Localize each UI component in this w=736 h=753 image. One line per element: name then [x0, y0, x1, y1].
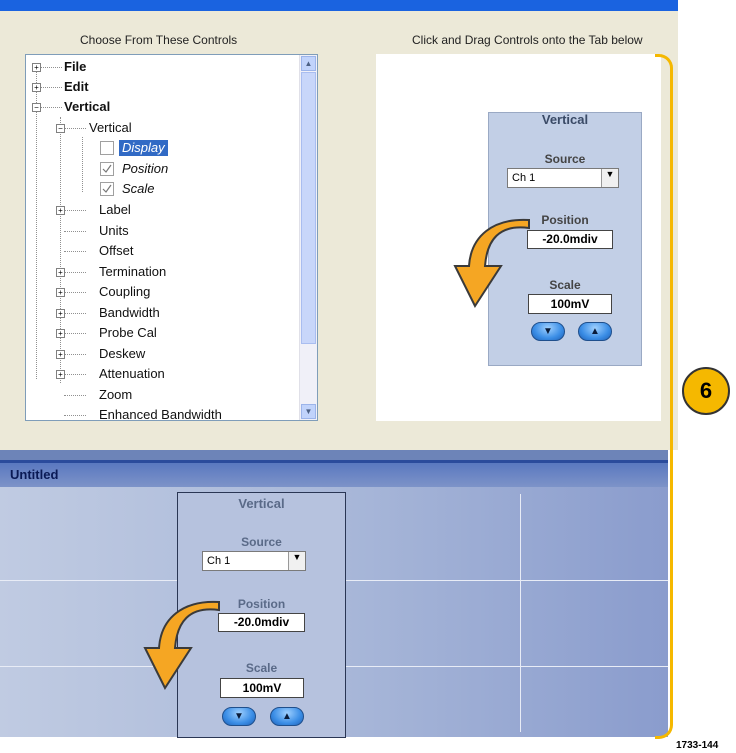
expand-icon[interactable]: + [56, 329, 65, 338]
tree-line [40, 107, 62, 108]
panel-title: Vertical [238, 496, 285, 511]
scale-checkbox[interactable] [100, 182, 114, 196]
tree-line [64, 415, 86, 416]
expand-icon[interactable]: + [32, 83, 41, 92]
tree-node-display[interactable]: Display [119, 140, 168, 156]
tree-node-scale[interactable]: Scale [122, 181, 155, 197]
position-value-box[interactable]: -20.0mdiv [218, 613, 305, 632]
tree-node-position[interactable]: Position [122, 161, 168, 177]
display-checkbox[interactable] [100, 141, 114, 155]
collapse-icon[interactable]: − [32, 103, 41, 112]
tree-node-vertical-sub[interactable]: Vertical [89, 120, 132, 136]
figure-id: 1733-144 [676, 740, 719, 751]
tree-node-edit[interactable]: Edit [64, 79, 89, 95]
position-checkbox[interactable] [100, 162, 114, 176]
tree-line [64, 210, 86, 211]
scale-up-button[interactable]: ▲ [578, 322, 612, 341]
step-number-callout: 6 [682, 367, 730, 415]
expand-icon[interactable]: + [56, 288, 65, 297]
scale-down-button[interactable]: ▼ [531, 322, 565, 341]
tree-line [64, 272, 86, 273]
step-bracket [655, 54, 673, 739]
tree-line [40, 67, 62, 68]
tree-node-units[interactable]: Units [99, 223, 129, 239]
tree-line [64, 231, 86, 232]
tree-line [82, 137, 83, 192]
controls-tree[interactable]: + File + Edit − Vertical − Vertical Disp… [25, 54, 318, 421]
tree-node-enhanced-bandwidth[interactable]: Enhanced Bandwidth [99, 407, 222, 420]
tree-line [64, 374, 86, 375]
tree-line [64, 313, 86, 314]
top-title-bar [0, 0, 678, 11]
tree-line [64, 354, 86, 355]
scroll-down-icon[interactable]: ▼ [301, 404, 316, 419]
scroll-up-icon[interactable]: ▲ [301, 56, 316, 71]
scale-value-box[interactable]: 100mV [220, 678, 304, 698]
scale-down-button[interactable]: ▼ [222, 707, 256, 726]
tree-node-coupling[interactable]: Coupling [99, 284, 150, 300]
dropdown-icon[interactable]: ▼ [601, 169, 618, 187]
source-select[interactable]: Ch 1 ▼ [507, 168, 619, 188]
expand-icon[interactable]: + [56, 206, 65, 215]
scale-up-button[interactable]: ▲ [270, 707, 304, 726]
tree-line [64, 333, 86, 334]
tree-node-probe-cal[interactable]: Probe Cal [99, 325, 157, 341]
source-value: Ch 1 [207, 555, 231, 567]
tree-node-vertical[interactable]: Vertical [64, 99, 110, 115]
position-value-box[interactable]: -20.0mdiv [527, 230, 613, 249]
tree-line [60, 117, 61, 383]
expand-icon[interactable]: + [56, 370, 65, 379]
tree-line [64, 128, 86, 129]
tree-node-zoom[interactable]: Zoom [99, 387, 132, 403]
tree-node-deskew[interactable]: Deskew [99, 346, 145, 362]
tree-node-file[interactable]: File [64, 59, 86, 75]
grid-line [520, 494, 521, 732]
tree-line [40, 87, 62, 88]
tree-node-bandwidth[interactable]: Bandwidth [99, 305, 160, 321]
expand-icon[interactable]: + [56, 350, 65, 359]
expand-icon[interactable]: + [56, 268, 65, 277]
checkmark-icon [102, 164, 112, 173]
pane-divider [0, 450, 668, 460]
source-value: Ch 1 [512, 172, 536, 184]
drag-arrow-icon [453, 218, 530, 309]
checkmark-icon [102, 184, 112, 193]
panel-title: Vertical [541, 112, 589, 127]
drag-controls-header: Click and Drag Controls onto the Tab bel… [412, 33, 643, 47]
tree-line [64, 251, 86, 252]
source-label: Source [544, 152, 586, 166]
source-select[interactable]: Ch 1 ▼ [202, 551, 306, 571]
tree-node-offset[interactable]: Offset [99, 243, 133, 259]
expand-icon[interactable]: + [32, 63, 41, 72]
tree-node-attenuation[interactable]: Attenuation [99, 366, 165, 382]
tree-node-termination[interactable]: Termination [99, 264, 166, 280]
tree-scrollbar[interactable]: ▲ ▼ [299, 55, 317, 420]
custom-tab-title-bar [0, 463, 668, 487]
custom-tab-title: Untitled [10, 467, 59, 482]
tree-node-label[interactable]: Label [99, 202, 131, 218]
dropdown-icon[interactable]: ▼ [288, 552, 305, 570]
tree-line [64, 292, 86, 293]
choose-controls-header: Choose From These Controls [80, 33, 238, 47]
collapse-icon[interactable]: − [56, 124, 65, 133]
expand-icon[interactable]: + [56, 309, 65, 318]
drag-arrow-icon [143, 600, 220, 691]
scroll-thumb[interactable] [301, 72, 316, 344]
source-label: Source [241, 535, 282, 549]
scale-value-box[interactable]: 100mV [528, 294, 612, 314]
tree-line [64, 395, 86, 396]
